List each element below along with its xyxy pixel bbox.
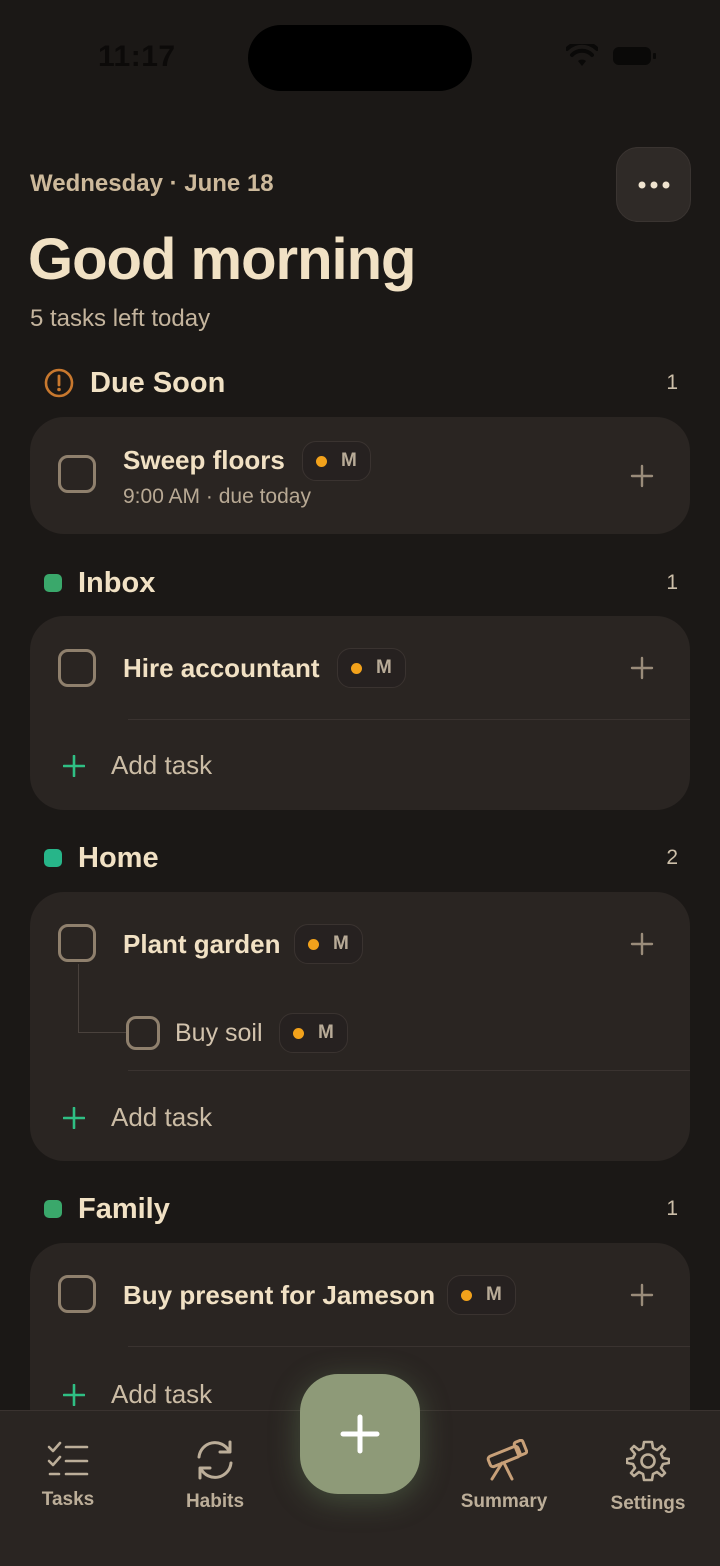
plus-icon — [63, 754, 85, 777]
tab-label: Habits — [185, 1491, 245, 1512]
priority-dot-icon — [461, 1289, 472, 1301]
task-title[interactable]: Sweep floors — [123, 445, 285, 476]
dynamic-island — [248, 25, 472, 91]
plus-icon — [340, 1414, 380, 1454]
priority-badge[interactable]: M — [302, 441, 371, 481]
add-subtask-plus-icon[interactable] — [630, 1283, 654, 1307]
priority-label: M — [341, 450, 357, 471]
subtask-title[interactable]: Buy soil — [175, 1019, 263, 1048]
priority-dot-icon — [308, 938, 319, 950]
tab-tasks[interactable]: Tasks — [8, 1439, 128, 1511]
add-task-fab-button[interactable] — [300, 1374, 420, 1494]
status-time: 11:17 — [98, 40, 176, 73]
telescope-icon — [486, 1439, 528, 1481]
repeat-cycle-icon — [197, 1440, 233, 1480]
tab-label: Settings — [610, 1493, 686, 1514]
tab-settings[interactable]: Settings — [588, 1439, 708, 1515]
alert-circle-icon — [44, 368, 74, 398]
priority-label: M — [333, 933, 349, 954]
task-checkbox[interactable] — [58, 1275, 96, 1313]
priority-dot-icon — [351, 662, 362, 674]
section-header-due-soon[interactable]: Due Soon 1 — [30, 363, 678, 403]
section-title: Family — [78, 1192, 170, 1225]
task-title[interactable]: Plant garden — [123, 929, 280, 960]
section-count: 1 — [666, 371, 678, 394]
priority-badge[interactable]: M — [279, 1013, 348, 1053]
project-color-dot-icon — [44, 849, 62, 867]
tab-summary[interactable]: Summary — [444, 1439, 564, 1513]
subtask-connector — [78, 964, 127, 1033]
plus-icon — [63, 1106, 85, 1129]
wifi-icon — [566, 44, 598, 66]
add-subtask-plus-icon[interactable] — [630, 932, 654, 956]
section-header-home[interactable]: Home 2 — [30, 838, 678, 878]
add-task-button[interactable]: Add task — [63, 750, 212, 781]
section-count: 1 — [666, 571, 678, 594]
priority-badge[interactable]: M — [447, 1275, 516, 1315]
more-dots-icon — [638, 181, 669, 188]
header-date: Wednesday · June 18 — [30, 170, 274, 197]
section-title: Due Soon — [90, 366, 226, 399]
task-checkbox[interactable] — [58, 649, 96, 687]
checklist-icon — [47, 1441, 89, 1476]
section-title: Home — [78, 841, 159, 874]
priority-badge[interactable]: M — [294, 924, 363, 964]
task-checkbox[interactable] — [58, 455, 96, 493]
divider — [128, 1346, 690, 1347]
priority-badge[interactable]: M — [337, 648, 406, 688]
section-header-inbox[interactable]: Inbox 1 — [30, 563, 678, 603]
priority-label: M — [486, 1284, 502, 1305]
tab-label: Summary — [460, 1491, 548, 1512]
greeting-title: Good morning — [28, 227, 416, 292]
due-soon-card: Sweep floors M 9:00 AM · due today — [30, 417, 690, 534]
section-count: 2 — [666, 846, 678, 869]
add-task-label: Add task — [111, 1379, 213, 1409]
divider — [128, 719, 690, 720]
priority-label: M — [318, 1022, 334, 1043]
section-title: Inbox — [78, 566, 156, 599]
task-title[interactable]: Hire accountant — [123, 653, 320, 684]
more-menu-button[interactable] — [616, 147, 691, 222]
battery-icon — [613, 47, 656, 65]
add-subtask-plus-icon[interactable] — [630, 656, 654, 680]
project-color-dot-icon — [44, 1200, 62, 1218]
home-card: Plant garden M Buy soil M Add task — [30, 892, 690, 1161]
priority-label: M — [376, 657, 392, 678]
divider — [128, 1070, 690, 1071]
tab-label: Tasks — [41, 1489, 95, 1510]
tab-habits[interactable]: Habits — [155, 1439, 275, 1513]
add-task-button[interactable]: Add task — [63, 1102, 212, 1133]
priority-dot-icon — [316, 455, 327, 467]
task-due-meta: 9:00 AM · due today — [123, 485, 311, 508]
inbox-card: Hire accountant M Add task — [30, 616, 690, 810]
gear-icon — [626, 1440, 670, 1482]
task-title[interactable]: Buy present for Jameson — [123, 1280, 435, 1311]
project-color-dot-icon — [44, 574, 62, 592]
add-task-button[interactable]: Add task — [63, 1379, 212, 1410]
section-header-family[interactable]: Family 1 — [30, 1189, 678, 1229]
priority-dot-icon — [293, 1027, 304, 1039]
add-subtask-plus-icon[interactable] — [630, 464, 654, 488]
plus-icon — [63, 1383, 85, 1406]
tasks-left-summary: 5 tasks left today — [30, 305, 211, 332]
add-task-label: Add task — [111, 1102, 213, 1132]
subtask-checkbox[interactable] — [126, 1016, 160, 1050]
task-checkbox[interactable] — [58, 924, 96, 962]
add-task-label: Add task — [111, 750, 213, 780]
status-icons — [566, 44, 658, 68]
section-count: 1 — [666, 1197, 678, 1220]
